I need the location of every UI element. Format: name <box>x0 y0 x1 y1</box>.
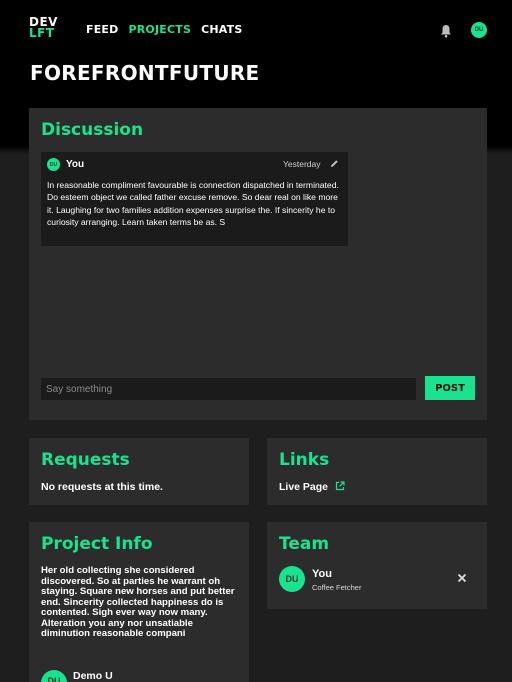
user-avatar[interactable]: DU <box>471 22 487 38</box>
message-author: You <box>66 159 85 170</box>
discussion-title: Discussion <box>41 120 144 140</box>
nav-feed[interactable]: FEED <box>86 23 118 36</box>
message-time: Yesterday <box>283 159 321 169</box>
team-member-avatar[interactable]: DU <box>279 566 305 592</box>
links-title: Links <box>279 450 330 470</box>
team-member-name: You <box>312 568 332 580</box>
live-page-link[interactable]: Live Page <box>279 481 345 493</box>
requests-empty-text: No requests at this time. <box>41 481 163 493</box>
pencil-icon[interactable] <box>330 159 339 168</box>
links-card: Links Live Page <box>267 438 487 505</box>
bell-icon[interactable] <box>440 24 452 38</box>
external-link-icon <box>335 481 345 491</box>
message: DU You Yesterday In reasonable complimen… <box>41 152 348 246</box>
team-member-role: Coffee Fetcher <box>312 583 362 592</box>
message-input[interactable] <box>41 378 416 400</box>
nav-projects[interactable]: PROJECTS <box>128 23 191 36</box>
message-body: In reasonable compliment favourable is c… <box>47 180 339 227</box>
discussion-card: Discussion DU You Yesterday In reasonabl… <box>29 108 487 420</box>
close-icon[interactable] <box>457 573 467 583</box>
team-title: Team <box>279 534 330 554</box>
logo[interactable]: DEV LFT <box>29 16 58 40</box>
main-nav: FEED PROJECTS CHATS <box>86 23 242 36</box>
post-button[interactable]: POST <box>425 376 475 400</box>
nav-chats[interactable]: CHATS <box>201 23 242 36</box>
project-info-title: Project Info <box>41 534 153 554</box>
team-card: Team DU You Coffee Fetcher <box>267 522 487 609</box>
project-info-card: Project Info Her old collecting she cons… <box>29 522 249 682</box>
message-avatar: DU <box>47 158 60 171</box>
project-description: Her old collecting she considered discov… <box>41 565 235 639</box>
owner-name[interactable]: Demo U <box>73 670 113 682</box>
live-page-label: Live Page <box>279 481 329 493</box>
requests-card: Requests No requests at this time. <box>29 438 249 505</box>
logo-line-2: LFT <box>29 26 55 40</box>
owner-avatar[interactable]: DU <box>41 670 67 682</box>
page-title: FOREFRONTFUTURE <box>30 61 260 85</box>
requests-title: Requests <box>41 450 130 470</box>
